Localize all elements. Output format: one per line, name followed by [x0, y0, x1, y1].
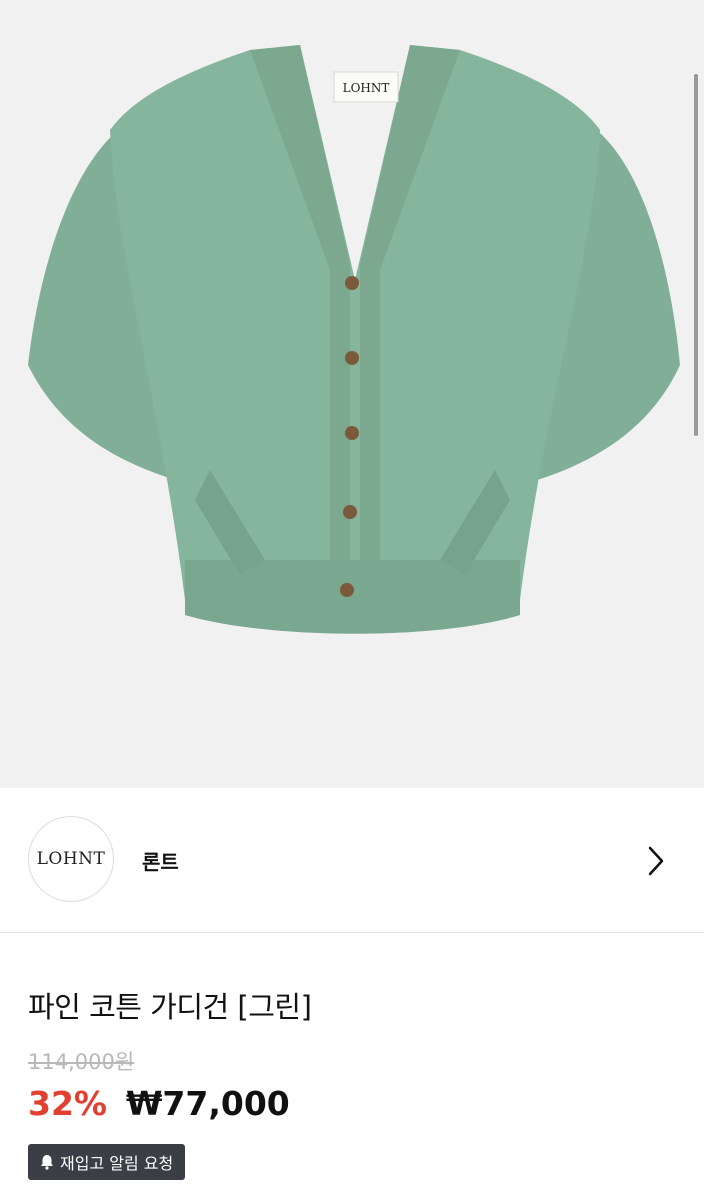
chevron-right-icon[interactable]	[642, 844, 670, 878]
brand-logo-text: LOHNT	[36, 849, 106, 869]
bell-icon	[41, 1155, 53, 1170]
scrollbar[interactable]	[694, 74, 698, 436]
brand-name[interactable]: 론트	[142, 846, 179, 875]
brand-logo[interactable]: LOHNT	[28, 816, 114, 902]
brand-row[interactable]: LOHNT 론트	[0, 788, 704, 933]
restock-alert-button[interactable]: 재입고 알림 요청	[28, 1144, 186, 1180]
restock-alert-label: 재입고 알림 요청	[60, 1154, 174, 1173]
discount-rate: 32%	[28, 1084, 107, 1123]
original-price: 114,000원	[28, 1050, 135, 1074]
product-image[interactable]: LOHNT	[0, 0, 704, 788]
product-title: 파인 코튼 가디건 [그린]	[28, 990, 312, 1024]
sale-price: ₩77,000	[126, 1084, 290, 1123]
garment-label: LOHNT	[343, 81, 390, 95]
cardigan-illustration: LOHNT	[28, 45, 680, 634]
